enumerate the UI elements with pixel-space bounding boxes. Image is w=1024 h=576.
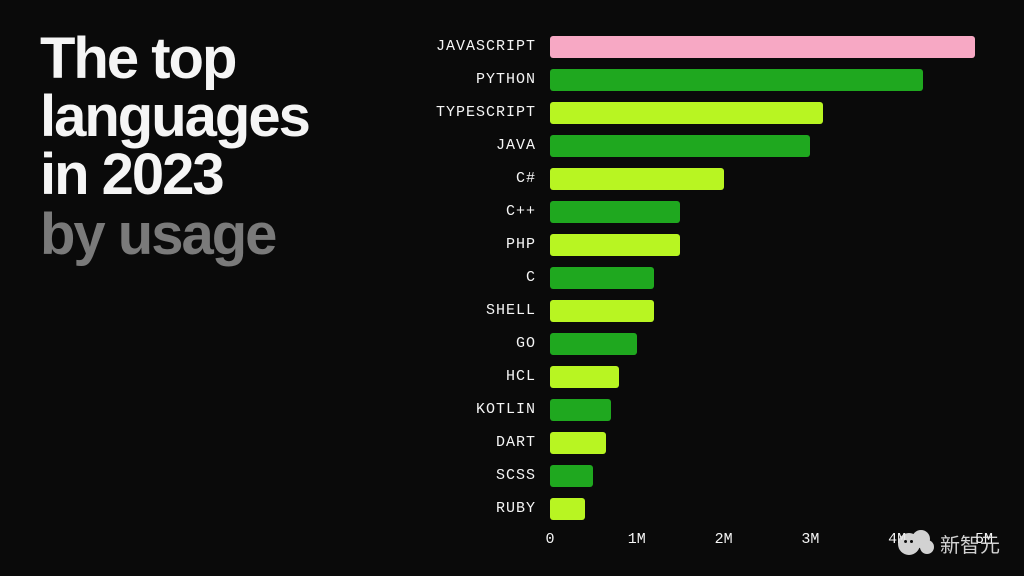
bar-row: KOTLIN <box>420 393 984 426</box>
bar-label: DART <box>420 434 550 451</box>
bar-label: C++ <box>420 203 550 220</box>
bar-track <box>550 492 984 525</box>
bar-row: GO <box>420 327 984 360</box>
wechat-icon <box>898 530 934 558</box>
bar-row: TYPESCRIPT <box>420 96 984 129</box>
bar-label: GO <box>420 335 550 352</box>
bar-track <box>550 195 984 228</box>
bar-track <box>550 30 984 63</box>
axis-tick: 0 <box>545 531 554 548</box>
bar <box>550 432 606 454</box>
bar-label: JAVASCRIPT <box>420 38 550 55</box>
bar-label: PHP <box>420 236 550 253</box>
bar-label: JAVA <box>420 137 550 154</box>
bar <box>550 300 654 322</box>
bar-label: TYPESCRIPT <box>420 104 550 121</box>
bar-row: JAVASCRIPT <box>420 30 984 63</box>
bar-track <box>550 261 984 294</box>
bar <box>550 498 585 520</box>
bar-track <box>550 63 984 96</box>
bar-label: RUBY <box>420 500 550 517</box>
bar-track <box>550 459 984 492</box>
bar <box>550 201 680 223</box>
title-line-3: in 2023 <box>40 146 400 204</box>
chart-container: The top languages in 2023 by usage JAVAS… <box>0 0 1024 576</box>
watermark: 新智元 <box>898 529 1000 558</box>
bar-track <box>550 96 984 129</box>
bar-label: HCL <box>420 368 550 385</box>
bar-label: KOTLIN <box>420 401 550 418</box>
bar-row: PHP <box>420 228 984 261</box>
bar-track <box>550 360 984 393</box>
bar-label: C# <box>420 170 550 187</box>
title-line-2: languages <box>40 88 400 146</box>
bar-row: C <box>420 261 984 294</box>
bar <box>550 69 923 91</box>
bar <box>550 465 593 487</box>
bar <box>550 36 975 58</box>
bar-row: PYTHON <box>420 63 984 96</box>
bar-row: RUBY <box>420 492 984 525</box>
bar-label: PYTHON <box>420 71 550 88</box>
title-line-1: The top <box>40 30 400 88</box>
bar-row: JAVA <box>420 129 984 162</box>
bar-row: C++ <box>420 195 984 228</box>
bar <box>550 234 680 256</box>
title-block: The top languages in 2023 by usage <box>40 30 400 536</box>
bar-track <box>550 129 984 162</box>
bar <box>550 102 823 124</box>
bar-row: C# <box>420 162 984 195</box>
bar <box>550 168 724 190</box>
axis-tick: 1M <box>628 531 646 548</box>
axis-tick: 2M <box>715 531 733 548</box>
bar <box>550 399 611 421</box>
bar-row: SHELL <box>420 294 984 327</box>
bar-row: SCSS <box>420 459 984 492</box>
bar-track <box>550 327 984 360</box>
bar-label: C <box>420 269 550 286</box>
bar <box>550 333 637 355</box>
bar-label: SHELL <box>420 302 550 319</box>
bar <box>550 366 619 388</box>
bar <box>550 135 810 157</box>
bar <box>550 267 654 289</box>
bars-group: JAVASCRIPTPYTHONTYPESCRIPTJAVAC#C++PHPCS… <box>420 30 984 525</box>
chart-area: JAVASCRIPTPYTHONTYPESCRIPTJAVAC#C++PHPCS… <box>400 30 984 536</box>
bar-track <box>550 294 984 327</box>
bar-track <box>550 393 984 426</box>
bar-track <box>550 162 984 195</box>
bar-track <box>550 426 984 459</box>
bar-row: HCL <box>420 360 984 393</box>
title-subtitle: by usage <box>40 206 400 264</box>
bar-track <box>550 228 984 261</box>
watermark-text: 新智元 <box>940 529 1000 558</box>
bar-label: SCSS <box>420 467 550 484</box>
axis-tick: 3M <box>801 531 819 548</box>
bar-row: DART <box>420 426 984 459</box>
